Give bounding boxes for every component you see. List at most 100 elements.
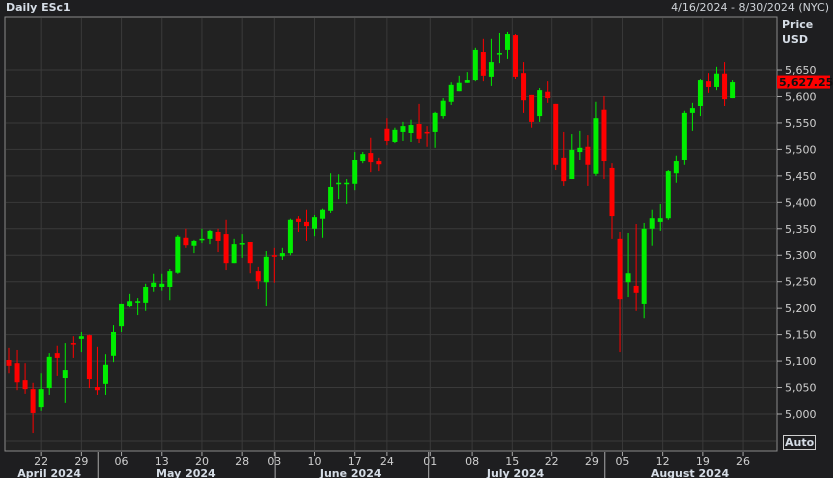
candle-body: [263, 256, 269, 283]
candle-body: [6, 360, 12, 366]
candle-body: [496, 53, 502, 55]
candle-body: [303, 221, 309, 227]
y-tick-label: 5,100: [785, 355, 817, 368]
x-tick-label: 22: [545, 455, 559, 468]
candle-body: [529, 94, 535, 122]
x-tick-label: 26: [736, 455, 750, 468]
candle-down: [513, 34, 519, 80]
candle-body: [312, 217, 318, 229]
candle-body: [247, 242, 253, 264]
candle-body: [22, 380, 28, 390]
candle-body: [617, 238, 623, 300]
candle-body: [94, 387, 100, 391]
candle-body: [199, 238, 205, 241]
candle-body: [521, 73, 527, 101]
candle-up: [175, 235, 181, 274]
candle-body: [722, 73, 728, 100]
candle-body: [633, 285, 639, 293]
candle-body: [561, 157, 567, 182]
month-label: April 2024: [17, 467, 81, 478]
candle-body: [569, 149, 575, 180]
candle-body: [14, 363, 20, 383]
candle-body: [295, 218, 301, 222]
candle-body: [328, 186, 334, 211]
candle-body: [255, 271, 261, 282]
candle-body: [513, 35, 519, 77]
candlestick-chart[interactable]: 5,000 5,050 5,100 5,150 5,200 5,250 5,300 5,350…: [0, 0, 833, 478]
candle-body: [368, 153, 374, 163]
candle-body: [127, 301, 133, 307]
y-tick-label: 5,000: [785, 408, 817, 421]
candle-body: [537, 90, 543, 117]
candle-body: [593, 118, 599, 174]
candle-body: [239, 243, 245, 245]
candle-body: [641, 228, 647, 304]
candle-body: [86, 335, 92, 380]
auto-scale-button[interactable]: Auto: [783, 435, 817, 450]
candle-up: [472, 47, 478, 82]
candle-body: [111, 331, 117, 356]
plot-area[interactable]: [4, 16, 778, 452]
candle-body: [464, 80, 470, 83]
candle-body: [681, 112, 687, 160]
candle-body: [231, 244, 237, 264]
candle-body: [175, 236, 181, 273]
y-tick-label: 5,550: [785, 117, 817, 130]
candle-body: [689, 108, 695, 113]
y-tick-label: 5,450: [785, 170, 817, 183]
candle-up: [665, 170, 671, 220]
candle-body: [472, 49, 478, 81]
last-price-tag: 5,627.25: [777, 75, 833, 89]
month-label: July 2024: [486, 467, 545, 478]
candle-body: [432, 112, 438, 132]
candle-body: [697, 80, 703, 107]
candle-up: [730, 80, 736, 99]
candle-body: [159, 283, 165, 287]
y-tick-label: 5,600: [785, 90, 817, 103]
candle-body: [601, 109, 607, 162]
candle-body: [673, 161, 679, 174]
x-tick-label: 28: [235, 455, 249, 468]
candle-body: [456, 82, 462, 92]
candle-body: [143, 286, 149, 303]
candle-up: [287, 218, 293, 256]
candle-body: [336, 182, 342, 185]
month-label: May 2024: [156, 467, 216, 478]
date-axis[interactable]: 22 29 06 13 20 28 03 10 17 24 01 08 15 22 29 05 12 19 26Ap…: [17, 452, 750, 478]
x-tick-label: 05: [615, 455, 629, 468]
last-price-label: 5,627.25: [779, 76, 833, 89]
candle-body: [577, 147, 583, 153]
candle-body: [649, 218, 655, 229]
candle-body: [215, 231, 221, 241]
candle-body: [625, 273, 631, 283]
candle-body: [545, 91, 551, 99]
x-tick-label: 03: [267, 455, 281, 468]
candle-body: [191, 240, 197, 246]
candle-body: [408, 125, 414, 133]
y-tick-label: 5,350: [785, 223, 817, 236]
candle-body: [70, 343, 76, 345]
x-tick-label: 29: [585, 455, 599, 468]
y-tick-label: 5,200: [785, 302, 817, 315]
candle-body: [320, 209, 326, 219]
candle-body: [30, 389, 36, 413]
candle-body: [448, 84, 454, 102]
candle-body: [705, 81, 711, 87]
candle-body: [392, 129, 398, 142]
y-tick-label: 5,300: [785, 249, 817, 262]
candle-body: [62, 370, 68, 379]
candle-up: [392, 127, 398, 144]
x-tick-label: 01: [423, 455, 437, 468]
candle-body: [46, 356, 52, 389]
candle-body: [352, 159, 358, 184]
candle-body: [119, 303, 125, 327]
x-tick-label: 06: [115, 455, 129, 468]
candle-body: [78, 336, 84, 339]
candle-body: [207, 230, 213, 239]
candle-body: [440, 100, 446, 117]
price-axis[interactable]: 5,000 5,050 5,100 5,150 5,200 5,250 5,300 5,350…: [777, 64, 817, 421]
candle-body: [151, 282, 157, 287]
candle-body: [730, 82, 736, 99]
month-label: August 2024: [651, 467, 730, 478]
candle-body: [480, 52, 486, 76]
